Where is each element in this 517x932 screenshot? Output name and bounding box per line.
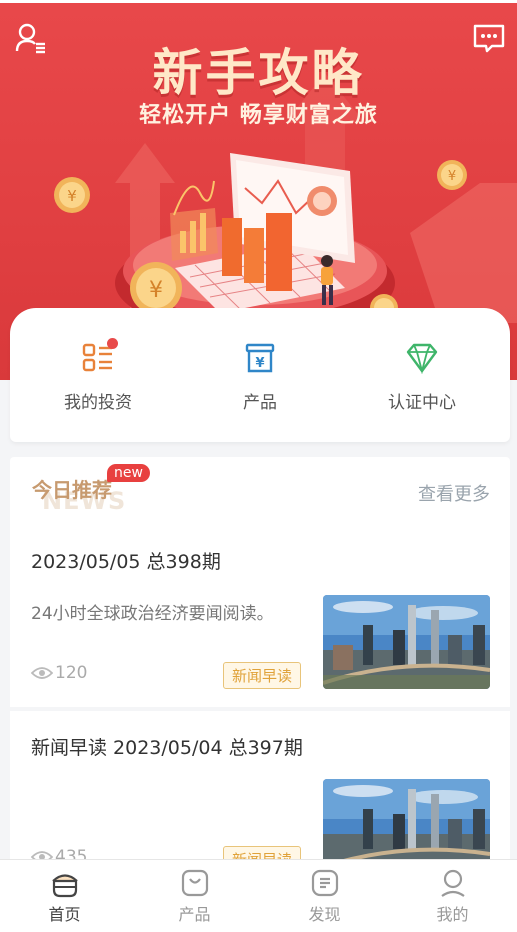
- article-thumbnail: [323, 595, 490, 689]
- new-badge: new: [107, 464, 150, 482]
- product-bag-icon: [181, 869, 208, 897]
- home-icon: [51, 874, 78, 898]
- svg-text:¥: ¥: [255, 356, 264, 371]
- tab-label: 我的: [436, 905, 469, 924]
- tab-discover[interactable]: 发现: [260, 868, 389, 925]
- news-section: NEWS 今日推荐 new 查看更多 2023/05/05 总398期 24小时…: [10, 457, 510, 707]
- quick-menu-card: 我的投资 ¥ 产品 认证中心: [10, 308, 510, 442]
- hero-title: 新手攻略: [152, 44, 365, 102]
- hero-subtitle: 轻松开户 畅享财富之旅: [139, 103, 378, 128]
- bottom-tab-bar: 首页 产品 发现 我的: [0, 859, 517, 932]
- article-desc: 24小时全球政治经济要闻阅读。: [31, 604, 274, 624]
- tab-product[interactable]: 产品: [130, 868, 259, 925]
- news-header: NEWS 今日推荐 new 查看更多: [10, 457, 510, 527]
- quick-item-label: 产品: [243, 393, 277, 413]
- article-title: 2023/05/05 总398期: [31, 551, 221, 573]
- quick-item-label: 我的投资: [64, 393, 132, 413]
- news-title: 今日推荐: [32, 478, 112, 502]
- eye-icon: [31, 667, 53, 679]
- view-count: 120: [55, 663, 88, 683]
- article-tag: 新闻早读: [223, 662, 302, 689]
- tab-label: 首页: [48, 905, 81, 924]
- article-title: 新闻早读 2023/05/04 总397期: [31, 737, 303, 759]
- svg-text:¥: ¥: [67, 187, 77, 205]
- tab-label: 发现: [308, 905, 341, 924]
- tab-home[interactable]: 首页: [0, 868, 129, 925]
- discover-icon: [311, 869, 338, 897]
- quick-item-certification[interactable]: 认证中心: [352, 342, 492, 413]
- quick-item-product[interactable]: ¥ 产品: [190, 342, 330, 413]
- svg-text:¥: ¥: [448, 169, 456, 184]
- quick-item-label: 认证中心: [388, 393, 456, 413]
- product-box-icon: ¥: [245, 343, 275, 373]
- tab-profile[interactable]: 我的: [388, 868, 517, 925]
- news-article[interactable]: 2023/05/05 总398期 24小时全球政治经济要闻阅读。 120 新闻早…: [10, 527, 510, 707]
- svg-text:¥: ¥: [149, 278, 163, 303]
- news-article[interactable]: 新闻早读 2023/05/04 总397期 435 新闻早读: [10, 711, 510, 873]
- message-icon[interactable]: [472, 21, 506, 55]
- profile-icon: [440, 869, 465, 897]
- article-views: 120: [31, 663, 87, 683]
- notification-dot: [107, 338, 118, 349]
- user-menu-icon[interactable]: [14, 21, 48, 55]
- tab-label: 产品: [178, 905, 211, 924]
- quick-item-investment[interactable]: 我的投资: [28, 338, 168, 413]
- coin-icon: ¥: [130, 262, 182, 314]
- diamond-icon: [406, 343, 438, 374]
- view-more-link[interactable]: 查看更多: [418, 480, 490, 506]
